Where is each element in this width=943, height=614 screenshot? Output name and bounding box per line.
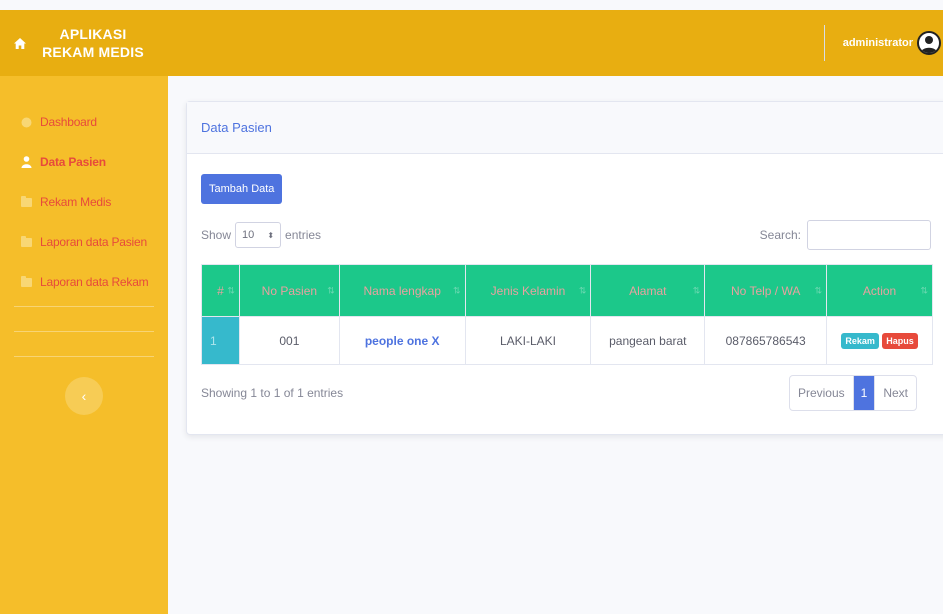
sidebar-item-label: Laporan data Rekam <box>40 275 149 289</box>
sidebar-toggle-button[interactable]: ‹ <box>65 377 103 415</box>
cell-index: 1 <box>201 316 240 365</box>
topbar: APLIKASI REKAM MEDIS administrator <box>0 10 943 76</box>
sidebar-item-dashboard[interactable]: Dashboard <box>0 102 168 142</box>
pagination-previous[interactable]: Previous <box>790 376 853 410</box>
cell-actions: Rekam Hapus <box>826 316 933 365</box>
cell-no-pasien: 001 <box>238 316 340 365</box>
sort-icon: ⇅ <box>327 285 335 295</box>
sidebar-item-label: Rekam Medis <box>40 195 112 209</box>
column-header-jenis-kelamin[interactable]: Jenis Kelamin ⇅ <box>464 264 592 317</box>
folder-icon <box>20 195 32 208</box>
user-name[interactable]: administrator <box>843 37 913 49</box>
table-row: 1 001 people one X LAKI-LAKI pangean bar… <box>201 316 933 365</box>
sort-icon: ⇅ <box>453 285 461 295</box>
hapus-button[interactable]: Hapus <box>882 332 918 349</box>
user-icon <box>20 156 32 168</box>
cell-telp: 087865786543 <box>704 316 828 365</box>
entries-select[interactable]: 10 ⬍ <box>235 222 282 248</box>
sidebar-item-label: Data Pasien <box>40 155 106 169</box>
table-controls: Show 10 ⬍ entries Search: <box>201 220 941 250</box>
data-pasien-card: Data Pasien Tambah Data Show 10 ⬍ entrie… <box>186 101 943 435</box>
sort-icon: ⇅ <box>227 285 235 295</box>
folder-icon <box>20 275 32 288</box>
sidebar-divider <box>14 356 154 357</box>
search-wrap: Search: <box>760 220 931 250</box>
patient-table: # ⇅ No Pasien ⇅ Nama lengkap ⇅ Jenis Kelami… <box>201 264 933 365</box>
entries-label: entries <box>285 228 322 242</box>
sidebar-item-laporan-pasien[interactable]: Laporan data Pasien <box>0 222 168 262</box>
sort-icon: ⇅ <box>692 285 701 295</box>
sidebar-item-label: Laporan data Pasien <box>40 235 147 249</box>
sidebar-divider <box>14 331 154 332</box>
search-label: Search: <box>759 228 801 242</box>
topbar-divider <box>823 25 825 61</box>
add-data-button[interactable]: Tambah Data <box>201 174 283 204</box>
palette-icon <box>20 117 32 128</box>
sort-arrows-icon: ⬍ <box>267 230 275 240</box>
table-header-row: # ⇅ No Pasien ⇅ Nama lengkap ⇅ Jenis Kelami… <box>201 264 933 317</box>
pagination: Previous 1 Next <box>788 375 917 411</box>
sort-icon: ⇅ <box>920 285 928 295</box>
app-title: APLIKASI REKAM MEDIS <box>42 26 144 60</box>
cell-alamat: pangean barat <box>590 316 706 365</box>
pagination-page[interactable]: 1 <box>852 376 875 410</box>
sidebar-item-label: Dashboard <box>40 115 97 129</box>
user-menu[interactable]: administrator <box>823 10 943 76</box>
show-label: Show <box>201 228 232 242</box>
column-header-action[interactable]: Action ⇅ <box>826 264 933 317</box>
pagination-next[interactable]: Next <box>874 376 916 410</box>
entries-value: 10 <box>242 229 255 241</box>
table-info: Showing 1 to 1 of 1 entries <box>201 386 344 400</box>
cell-jenis-kelamin: LAKI-LAKI <box>464 316 592 365</box>
table-footer: Showing 1 to 1 of 1 entries Previous 1 N… <box>201 375 941 411</box>
search-input[interactable] <box>807 220 931 250</box>
sort-icon: ⇅ <box>814 285 823 295</box>
column-header-no-pasien[interactable]: No Pasien ⇅ <box>238 264 340 317</box>
sidebar-item-rekam-medis[interactable]: Rekam Medis <box>0 182 168 222</box>
card-title: Data Pasien <box>201 120 272 135</box>
user-avatar-icon[interactable] <box>917 31 941 55</box>
card-header: Data Pasien <box>187 102 943 154</box>
rekam-button[interactable]: Rekam <box>841 332 879 349</box>
column-header-alamat[interactable]: Alamat ⇅ <box>590 264 706 317</box>
sidebar-divider <box>14 306 154 307</box>
column-header-index[interactable]: # ⇅ <box>201 264 240 317</box>
cell-nama[interactable]: people one X <box>338 316 466 365</box>
card-body: Tambah Data Show 10 ⬍ entries Search: # ⇅… <box>187 154 943 411</box>
column-header-nama[interactable]: Nama lengkap ⇅ <box>338 264 466 317</box>
sidebar-item-data-pasien[interactable]: Data Pasien <box>0 142 168 182</box>
sidebar-item-laporan-rekam[interactable]: Laporan data Rekam <box>0 262 168 302</box>
sort-icon: ⇅ <box>578 285 587 295</box>
folder-icon <box>20 235 32 248</box>
sidebar: Dashboard Data Pasien Rekam Medis Lapora… <box>0 76 168 614</box>
column-header-telp[interactable]: No Telp / WA ⇅ <box>704 264 828 317</box>
brand[interactable]: APLIKASI REKAM MEDIS <box>0 10 170 76</box>
home-icon <box>12 35 28 51</box>
chevron-left-icon: ‹ <box>81 388 87 404</box>
